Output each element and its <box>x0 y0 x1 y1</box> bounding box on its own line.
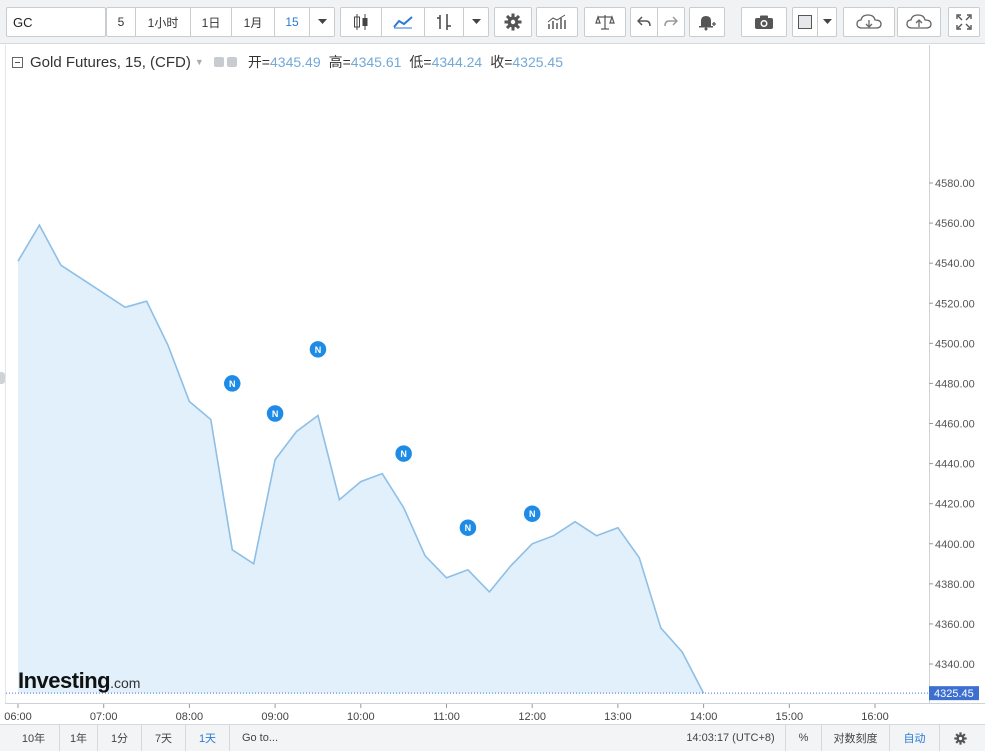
y-tick-label-4360.00: 4360.00 <box>935 619 975 631</box>
x-tick-label-10:00: 10:00 <box>347 711 375 723</box>
y-tick-label-4520.00: 4520.00 <box>935 298 975 310</box>
y-tick-label-4340.00: 4340.00 <box>935 659 975 671</box>
percent-scale-toggle[interactable]: % <box>786 725 822 751</box>
logo-suffix-text: .com <box>110 675 141 691</box>
y-tick-label-4460.00: 4460.00 <box>935 419 975 431</box>
series-legend: Gold Futures, 15, (CFD) ▼ 开= 4345.49 高= 43… <box>12 52 563 72</box>
y-tick-label-4500.00: 4500.00 <box>935 338 975 350</box>
legend-collapse-icon[interactable] <box>12 56 23 68</box>
y-tick-label-4380.00: 4380.00 <box>935 579 975 591</box>
close-value: 4325.45 <box>512 54 563 70</box>
auto-scale-toggle[interactable]: 自动 <box>890 725 940 751</box>
y-tick-label-4560.00: 4560.00 <box>935 218 975 230</box>
x-tick-label-08:00: 08:00 <box>176 711 204 723</box>
y-tick-label-4580.00: 4580.00 <box>935 178 975 190</box>
high-label: 高= <box>328 54 351 70</box>
y-tick-label-4540.00: 4540.00 <box>935 258 975 270</box>
close-label: 收= <box>490 54 513 70</box>
clock-display: 14:03:17 (UTC+8) <box>676 725 786 751</box>
x-tick-label-15:00: 15:00 <box>776 711 804 723</box>
x-tick-label-09:00: 09:00 <box>261 711 289 723</box>
news-marker-label-1: N <box>272 409 279 419</box>
news-marker-label-0: N <box>229 379 236 389</box>
x-tick-label-11:00: 11:00 <box>433 711 460 723</box>
investing-logo: Investing.com <box>18 668 140 694</box>
gear-icon <box>953 731 967 745</box>
news-marker-label-2: N <box>315 345 322 355</box>
range-10y-button[interactable]: 10年 <box>8 725 60 751</box>
low-label: 低= <box>409 54 432 70</box>
range-1min-button[interactable]: 1分 <box>98 725 142 751</box>
price-chart: 4340.00 4360.00 4380.00 4400.00 4420.00 4440.… <box>4 178 979 723</box>
eye-icon[interactable] <box>213 57 224 67</box>
settings-mini-icon[interactable] <box>226 57 237 67</box>
open-value: 4345.49 <box>270 54 321 70</box>
low-value: 4344.24 <box>431 54 483 70</box>
range-1d-button[interactable]: 1天 <box>186 725 230 751</box>
y-tick-label-4400.00: 4400.00 <box>935 539 975 551</box>
x-tick-label-16:00: 16:00 <box>861 711 889 723</box>
legend-title[interactable]: Gold Futures, 15, (CFD) <box>30 54 191 71</box>
open-label: 开= <box>247 54 270 70</box>
go-to-date-button[interactable]: Go to... <box>230 725 290 751</box>
x-tick-label-07:00: 07:00 <box>90 711 118 723</box>
y-tick-label-4420.00: 4420.00 <box>935 499 975 511</box>
x-tick-label-12:00: 12:00 <box>518 711 546 723</box>
caret-down-icon[interactable]: ▼ <box>195 57 204 67</box>
x-tick-label-06:00: 06:00 <box>4 711 32 723</box>
last-price-label: 4325.45 <box>934 688 974 700</box>
x-tick-label-13:00: 13:00 <box>604 711 632 723</box>
y-tick-label-4440.00: 4440.00 <box>935 459 975 471</box>
range-7d-button[interactable]: 7天 <box>142 725 186 751</box>
bottom-toolbar: 10年 1年 1分 7天 1天 Go to... 14:03:17 (UTC+8… <box>0 724 985 751</box>
news-marker-label-4: N <box>465 523 472 533</box>
news-marker-label-5: N <box>529 509 536 519</box>
y-tick-label-4480.00: 4480.00 <box>935 378 975 390</box>
news-marker-label-3: N <box>400 449 407 459</box>
x-tick-label-14:00: 14:00 <box>690 711 718 723</box>
range-1y-button[interactable]: 1年 <box>60 725 98 751</box>
price-area-fill <box>18 225 704 694</box>
log-scale-toggle[interactable]: 对数刻度 <box>822 725 890 751</box>
high-value: 4345.61 <box>350 54 402 70</box>
chart-settings-button[interactable] <box>940 725 980 751</box>
logo-main-text: Investing <box>18 668 111 693</box>
